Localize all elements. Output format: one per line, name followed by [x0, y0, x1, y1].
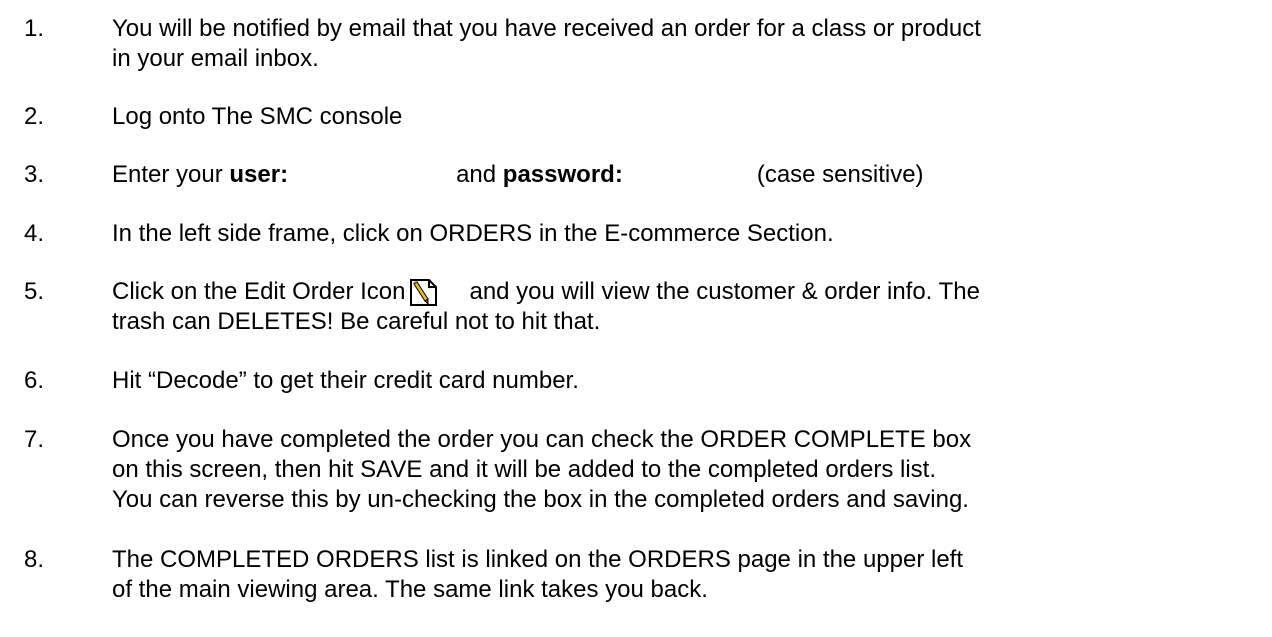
- user-label: user:: [229, 161, 289, 188]
- step-line: of the main viewing area. The same link …: [112, 576, 708, 603]
- step-text: The COMPLETED ORDERS list is linked on t…: [112, 545, 1262, 605]
- step-line: The COMPLETED ORDERS list is linked on t…: [112, 546, 964, 573]
- step-line: In the left side frame, click on ORDERS …: [112, 220, 834, 247]
- step-text: Click on the Edit Order Icon and you wil…: [112, 277, 1262, 337]
- step-text: Hit “Decode” to get their credit card nu…: [112, 366, 1262, 396]
- enter-text: Enter your: [112, 161, 230, 188]
- before-icon-text: Click on the Edit Order Icon: [112, 278, 406, 305]
- edit-order-icon: [405, 277, 441, 307]
- step-number: 4.: [24, 220, 45, 247]
- step-line: You will be notified by email that you h…: [112, 15, 981, 42]
- after-icon-text: and you will view the customer & order i…: [469, 278, 980, 305]
- and-text: and: [456, 161, 503, 188]
- password-label: password:: [502, 161, 623, 188]
- step-line: on this screen, then hit SAVE and it wil…: [112, 456, 937, 483]
- step-text: You will be notified by email that you h…: [112, 14, 1262, 74]
- step-text: Once you have completed the order you ca…: [112, 425, 1262, 515]
- step-number: 5.: [24, 278, 45, 305]
- step-number: 8.: [24, 546, 45, 573]
- step-number: 6.: [24, 367, 45, 394]
- step-line: in your email inbox.: [112, 45, 319, 72]
- step-text: Log onto The SMC console: [112, 102, 1262, 132]
- step-line: Log onto The SMC console: [112, 103, 403, 130]
- step-line: Click on the Edit Order Icon and you wil…: [112, 277, 1262, 307]
- step-line: trash can DELETES! Be careful not to hit…: [112, 308, 601, 335]
- step-number: 7.: [24, 426, 45, 453]
- step-text: Enter your user: and password: (case sensi…: [112, 160, 1262, 190]
- step-line: You can reverse this by un-checking the …: [112, 486, 969, 513]
- step-number: 1.: [24, 15, 45, 42]
- case-sensitive-note: (case sensitive): [756, 161, 924, 188]
- step-line: Hit “Decode” to get their credit card nu…: [112, 367, 579, 394]
- step-line: Once you have completed the order you ca…: [112, 426, 972, 453]
- step-number: 3.: [24, 161, 45, 188]
- step-text: In the left side frame, click on ORDERS …: [112, 219, 1262, 249]
- step-number: 2.: [24, 103, 45, 130]
- step-line: Enter your user: and password: (case sensi…: [112, 160, 1262, 190]
- instructions-document: 1. You will be notified by email that yo…: [0, 0, 1272, 637]
